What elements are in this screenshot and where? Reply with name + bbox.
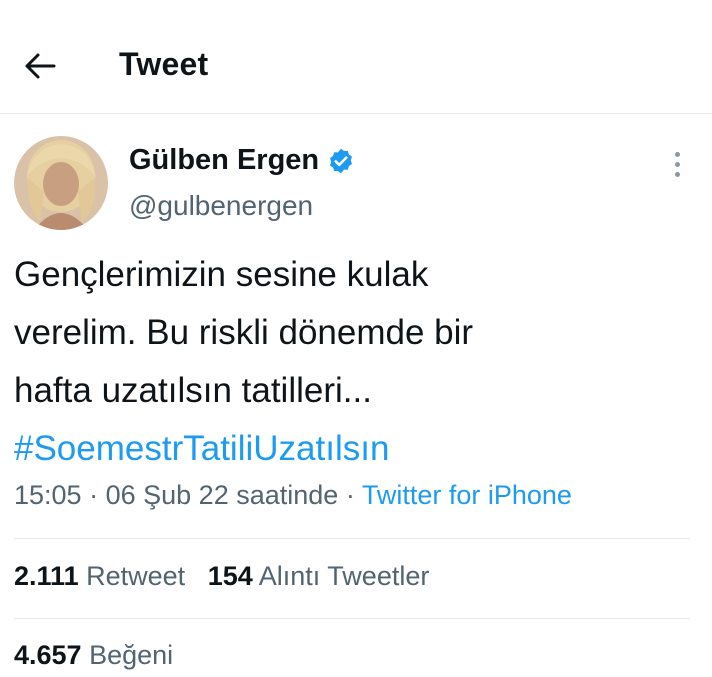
retweets-stat[interactable]: 2.111 Retweet bbox=[14, 561, 185, 591]
page-title: Tweet bbox=[119, 46, 209, 82]
meta-separator: · bbox=[89, 480, 99, 510]
quotes-label: Alıntı Tweetler bbox=[258, 561, 430, 591]
tweet-date[interactable]: 06 Şub 22 saatinde bbox=[106, 480, 339, 510]
more-options-button[interactable] bbox=[662, 146, 692, 182]
tweet-text-line: verelim. Bu riskli dönemde bir bbox=[14, 313, 474, 352]
likes-stats-row: 4.657 Beğeni bbox=[14, 640, 173, 671]
avatar[interactable] bbox=[14, 136, 108, 230]
divider bbox=[14, 618, 690, 619]
meta-separator: · bbox=[345, 480, 355, 510]
tweet-meta: 15:05 · 06 Şub 22 saatinde · Twitter for… bbox=[14, 480, 572, 511]
likes-stat[interactable]: 4.657 Beğeni bbox=[14, 640, 173, 670]
author-name-row[interactable]: Gülben Ergen bbox=[129, 144, 355, 177]
top-bar: Tweet bbox=[0, 0, 712, 114]
retweets-label: Retweet bbox=[86, 561, 186, 591]
author-handle[interactable]: @gulbenergen bbox=[129, 190, 313, 222]
likes-count: 4.657 bbox=[14, 640, 82, 670]
verified-badge-icon bbox=[330, 148, 353, 173]
tweet-text: Gençlerimizin sesine kulak verelim. Bu r… bbox=[14, 246, 654, 478]
more-vertical-icon bbox=[674, 151, 680, 157]
tweet-detail-page: Tweet Gülben Ergen @gulbenergen Gençleri… bbox=[0, 0, 712, 677]
quotes-count: 154 bbox=[207, 561, 253, 591]
author-name[interactable]: Gülben Ergen bbox=[129, 144, 319, 177]
tweet-time[interactable]: 15:05 bbox=[14, 480, 82, 510]
likes-label: Beğeni bbox=[89, 640, 174, 670]
divider bbox=[14, 538, 690, 539]
tweet-source-link[interactable]: Twitter for iPhone bbox=[362, 480, 572, 510]
retweets-count: 2.111 bbox=[14, 561, 79, 591]
hashtag-link[interactable]: #SoemestrTatiliUzatılsın bbox=[14, 420, 654, 478]
engagement-stats-row: 2.111 Retweet 154 Alıntı Tweetler bbox=[14, 561, 429, 592]
back-button[interactable] bbox=[18, 44, 62, 88]
tweet-text-line: hafta uzatılsın tatilleri... bbox=[14, 371, 372, 410]
arrow-left-icon bbox=[25, 53, 56, 79]
quotes-stat[interactable]: 154 Alıntı Tweetler bbox=[208, 561, 430, 591]
tweet-text-line: Gençlerimizin sesine kulak bbox=[14, 255, 429, 294]
